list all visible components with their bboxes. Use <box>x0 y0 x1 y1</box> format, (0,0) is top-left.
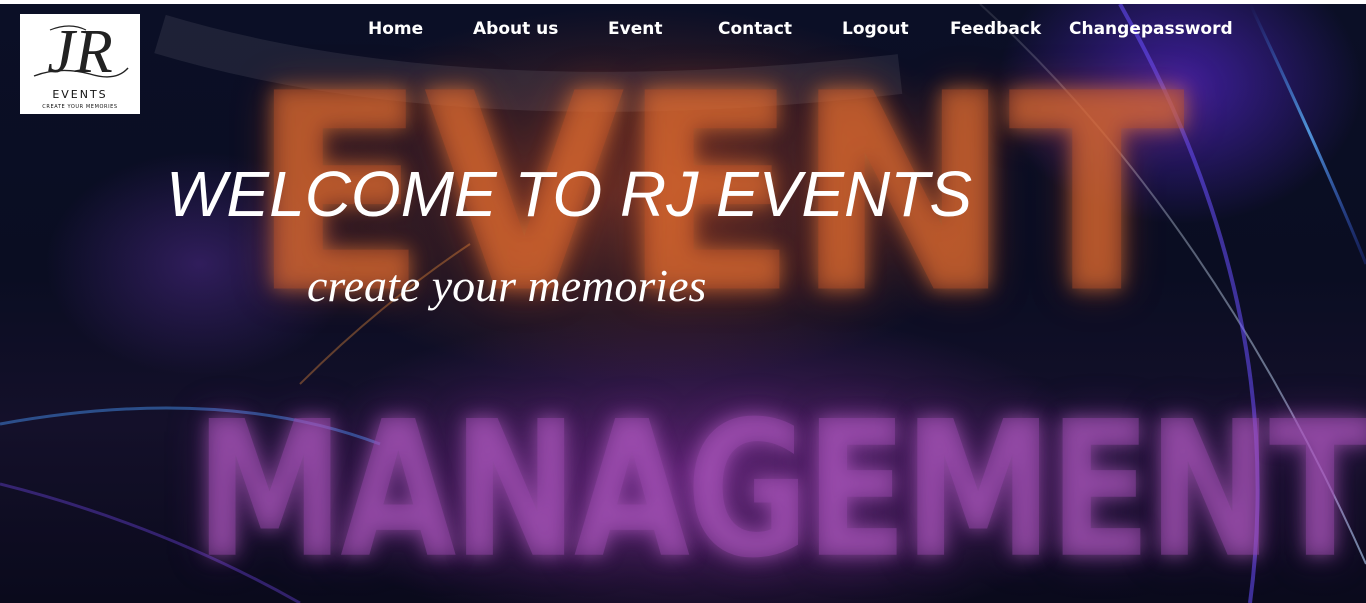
hero-subtitle: create your memories <box>307 260 707 311</box>
nav-feedback-link[interactable]: Feedback <box>950 18 1041 40</box>
nav-contact-link[interactable]: Contact <box>718 18 792 40</box>
nav-about-us-link[interactable]: About us <box>473 18 558 40</box>
main-navigation: Home About us Event Contact Logout Feedb… <box>0 18 1366 42</box>
nav-change-password-link[interactable]: Changepassword <box>1069 18 1233 40</box>
logo-wordmark: EVENTS <box>52 88 108 101</box>
nav-home-link[interactable]: Home <box>368 18 423 40</box>
nav-event-link[interactable]: Event <box>608 18 662 40</box>
page: EVENT MANAGEMENT JR EVENTS CREATE YOUR M… <box>0 0 1366 603</box>
top-border <box>0 0 1366 4</box>
logo-tagline: CREATE YOUR MEMORIES <box>42 104 118 110</box>
nav-logout-link[interactable]: Logout <box>842 18 909 40</box>
hero-title: WELCOME TO RJ EVENTS <box>166 158 973 230</box>
